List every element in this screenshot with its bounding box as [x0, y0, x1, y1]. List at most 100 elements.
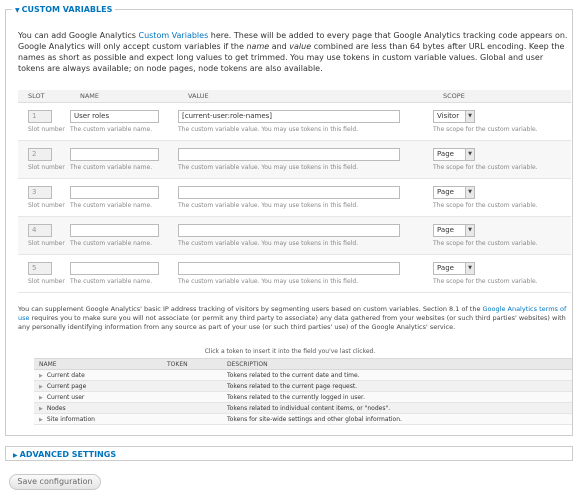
custom-variables-legend[interactable]: ▼ CUSTOM VARIABLES [12, 5, 116, 14]
token-row[interactable]: ▶ Current date Tokens related to the curr… [34, 369, 572, 381]
select-arrow-icon: ▼ [465, 110, 474, 122]
table-row: Slot number The custom variable name. Th… [18, 216, 571, 255]
value-field[interactable] [178, 261, 400, 275]
value-description: The custom variable value. You may use t… [178, 201, 359, 209]
custom-variables-legend-label: CUSTOM VARIABLES [21, 5, 113, 14]
select-arrow-icon: ▼ [465, 224, 474, 236]
column-header-name: NAME [70, 90, 178, 103]
scope-description: The scope for the custom variable. [433, 239, 538, 247]
token-description: Tokens related to the current date and t… [222, 369, 572, 381]
scope-select-value: Page [437, 188, 454, 196]
value-field[interactable] [178, 223, 400, 237]
scope-select[interactable]: Page ▼ [433, 147, 475, 161]
name-description: The custom variable name. [70, 239, 153, 247]
value-description: The custom variable value. You may use t… [178, 239, 359, 247]
custom-variables-link[interactable]: Custom Variables [138, 31, 208, 40]
slot-field [28, 109, 52, 123]
name-description: The custom variable name. [70, 277, 153, 285]
advanced-settings-legend[interactable]: ▶ ADVANCED SETTINGS [10, 450, 120, 459]
name-description: The custom variable name. [70, 163, 153, 171]
name-description: The custom variable name. [70, 201, 153, 209]
token-column-token: TOKEN [162, 358, 222, 370]
intro-value-term: value [289, 42, 312, 51]
token-value [162, 391, 222, 403]
scope-select-value: Page [437, 264, 454, 272]
name-field[interactable] [70, 109, 159, 123]
name-field[interactable] [70, 261, 159, 275]
scope-select[interactable]: Page ▼ [433, 261, 475, 275]
table-row: Slot number The custom variable name. Th… [18, 254, 571, 293]
scope-select[interactable]: Visitor ▼ [433, 109, 475, 123]
custom-variables-description: You can add Google Analytics Custom Vari… [18, 30, 570, 74]
intro-text: You can add Google Analytics [18, 31, 139, 40]
name-field[interactable] [70, 223, 159, 237]
slot-field [28, 223, 52, 237]
advanced-settings-legend-label: ADVANCED SETTINGS [19, 450, 117, 459]
token-row[interactable]: ▶ Current page Tokens related to the curr… [34, 380, 572, 392]
value-field[interactable] [178, 147, 400, 161]
token-value [162, 413, 222, 425]
supplement-description: You can supplement Google Analytics' bas… [18, 305, 570, 332]
triangle-right-icon: ▶ [39, 383, 43, 390]
token-row[interactable]: ▶ Current user Tokens related to the curr… [34, 391, 572, 403]
column-header-slot: SLOT [18, 90, 70, 103]
token-group-name: Current date [46, 371, 85, 379]
column-header-scope: SCOPE [433, 90, 571, 103]
table-row: Slot number The custom variable name. Th… [18, 178, 571, 217]
token-description: Tokens related to individual content ite… [222, 402, 572, 414]
scope-select-value: Visitor [437, 112, 460, 120]
slot-description: Slot number [28, 239, 65, 247]
name-field[interactable] [70, 147, 159, 161]
slot-field [28, 185, 52, 199]
scope-select-value: Page [437, 226, 454, 234]
save-configuration-button[interactable]: Save configuration [9, 474, 101, 490]
triangle-right-icon: ▶ [39, 405, 43, 412]
name-description: The custom variable name. [70, 125, 153, 133]
token-value [162, 380, 222, 392]
column-header-value: VALUE [178, 90, 433, 103]
token-group-name: Current user [46, 393, 85, 401]
slot-description: Slot number [28, 201, 65, 209]
intro-text: and [269, 42, 290, 51]
select-arrow-icon: ▼ [465, 148, 474, 160]
supplement-text: requires you to make sure you will not a… [18, 314, 566, 331]
token-group-name: Site information [46, 415, 95, 423]
triangle-right-icon: ▶ [13, 452, 18, 459]
token-browser-table: NAME TOKEN DESCRIPTION ▶ Current date Tok… [34, 358, 572, 425]
value-description: The custom variable value. You may use t… [178, 277, 359, 285]
value-field[interactable] [178, 185, 400, 199]
token-hint: Click a token to insert it into the fiel… [204, 348, 376, 355]
token-column-name: NAME [34, 358, 162, 370]
triangle-right-icon: ▶ [39, 372, 43, 379]
token-group-name: Nodes [46, 404, 66, 412]
token-row[interactable]: ▶ Site information Tokens for site-wide s… [34, 413, 572, 425]
select-arrow-icon: ▼ [465, 262, 474, 274]
slot-description: Slot number [28, 125, 65, 133]
name-field[interactable] [70, 185, 159, 199]
slot-description: Slot number [28, 163, 65, 171]
token-row[interactable]: ▶ Nodes Tokens related to individual cont… [34, 402, 572, 414]
scope-description: The scope for the custom variable. [433, 277, 538, 285]
scope-select-value: Page [437, 150, 454, 158]
scope-select[interactable]: Page ▼ [433, 223, 475, 237]
scope-description: The scope for the custom variable. [433, 125, 538, 133]
token-value [162, 402, 222, 414]
value-field[interactable] [178, 109, 400, 123]
slot-field [28, 261, 52, 275]
triangle-right-icon: ▶ [39, 394, 43, 401]
table-row: Slot number The custom variable name. Th… [18, 140, 571, 179]
slot-description: Slot number [28, 277, 65, 285]
token-column-description: DESCRIPTION [222, 358, 572, 370]
custom-variables-fieldset: ▼ CUSTOM VARIABLES You can add Google Ana… [5, 5, 573, 436]
token-description: Tokens for site-wide settings and other … [222, 413, 572, 425]
token-description: Tokens related to the current page reque… [222, 380, 572, 392]
triangle-right-icon: ▶ [39, 416, 43, 423]
custom-variables-table: SLOT NAME VALUE SCOPE Slot number The cu… [18, 90, 571, 293]
scope-description: The scope for the custom variable. [433, 201, 538, 209]
table-row: Slot number The custom variable name. Th… [18, 102, 571, 141]
advanced-settings-fieldset: ▶ ADVANCED SETTINGS [5, 446, 573, 461]
scope-select[interactable]: Page ▼ [433, 185, 475, 199]
triangle-down-icon: ▼ [15, 7, 20, 14]
slot-field [28, 147, 52, 161]
token-group-name: Current page [46, 382, 87, 390]
